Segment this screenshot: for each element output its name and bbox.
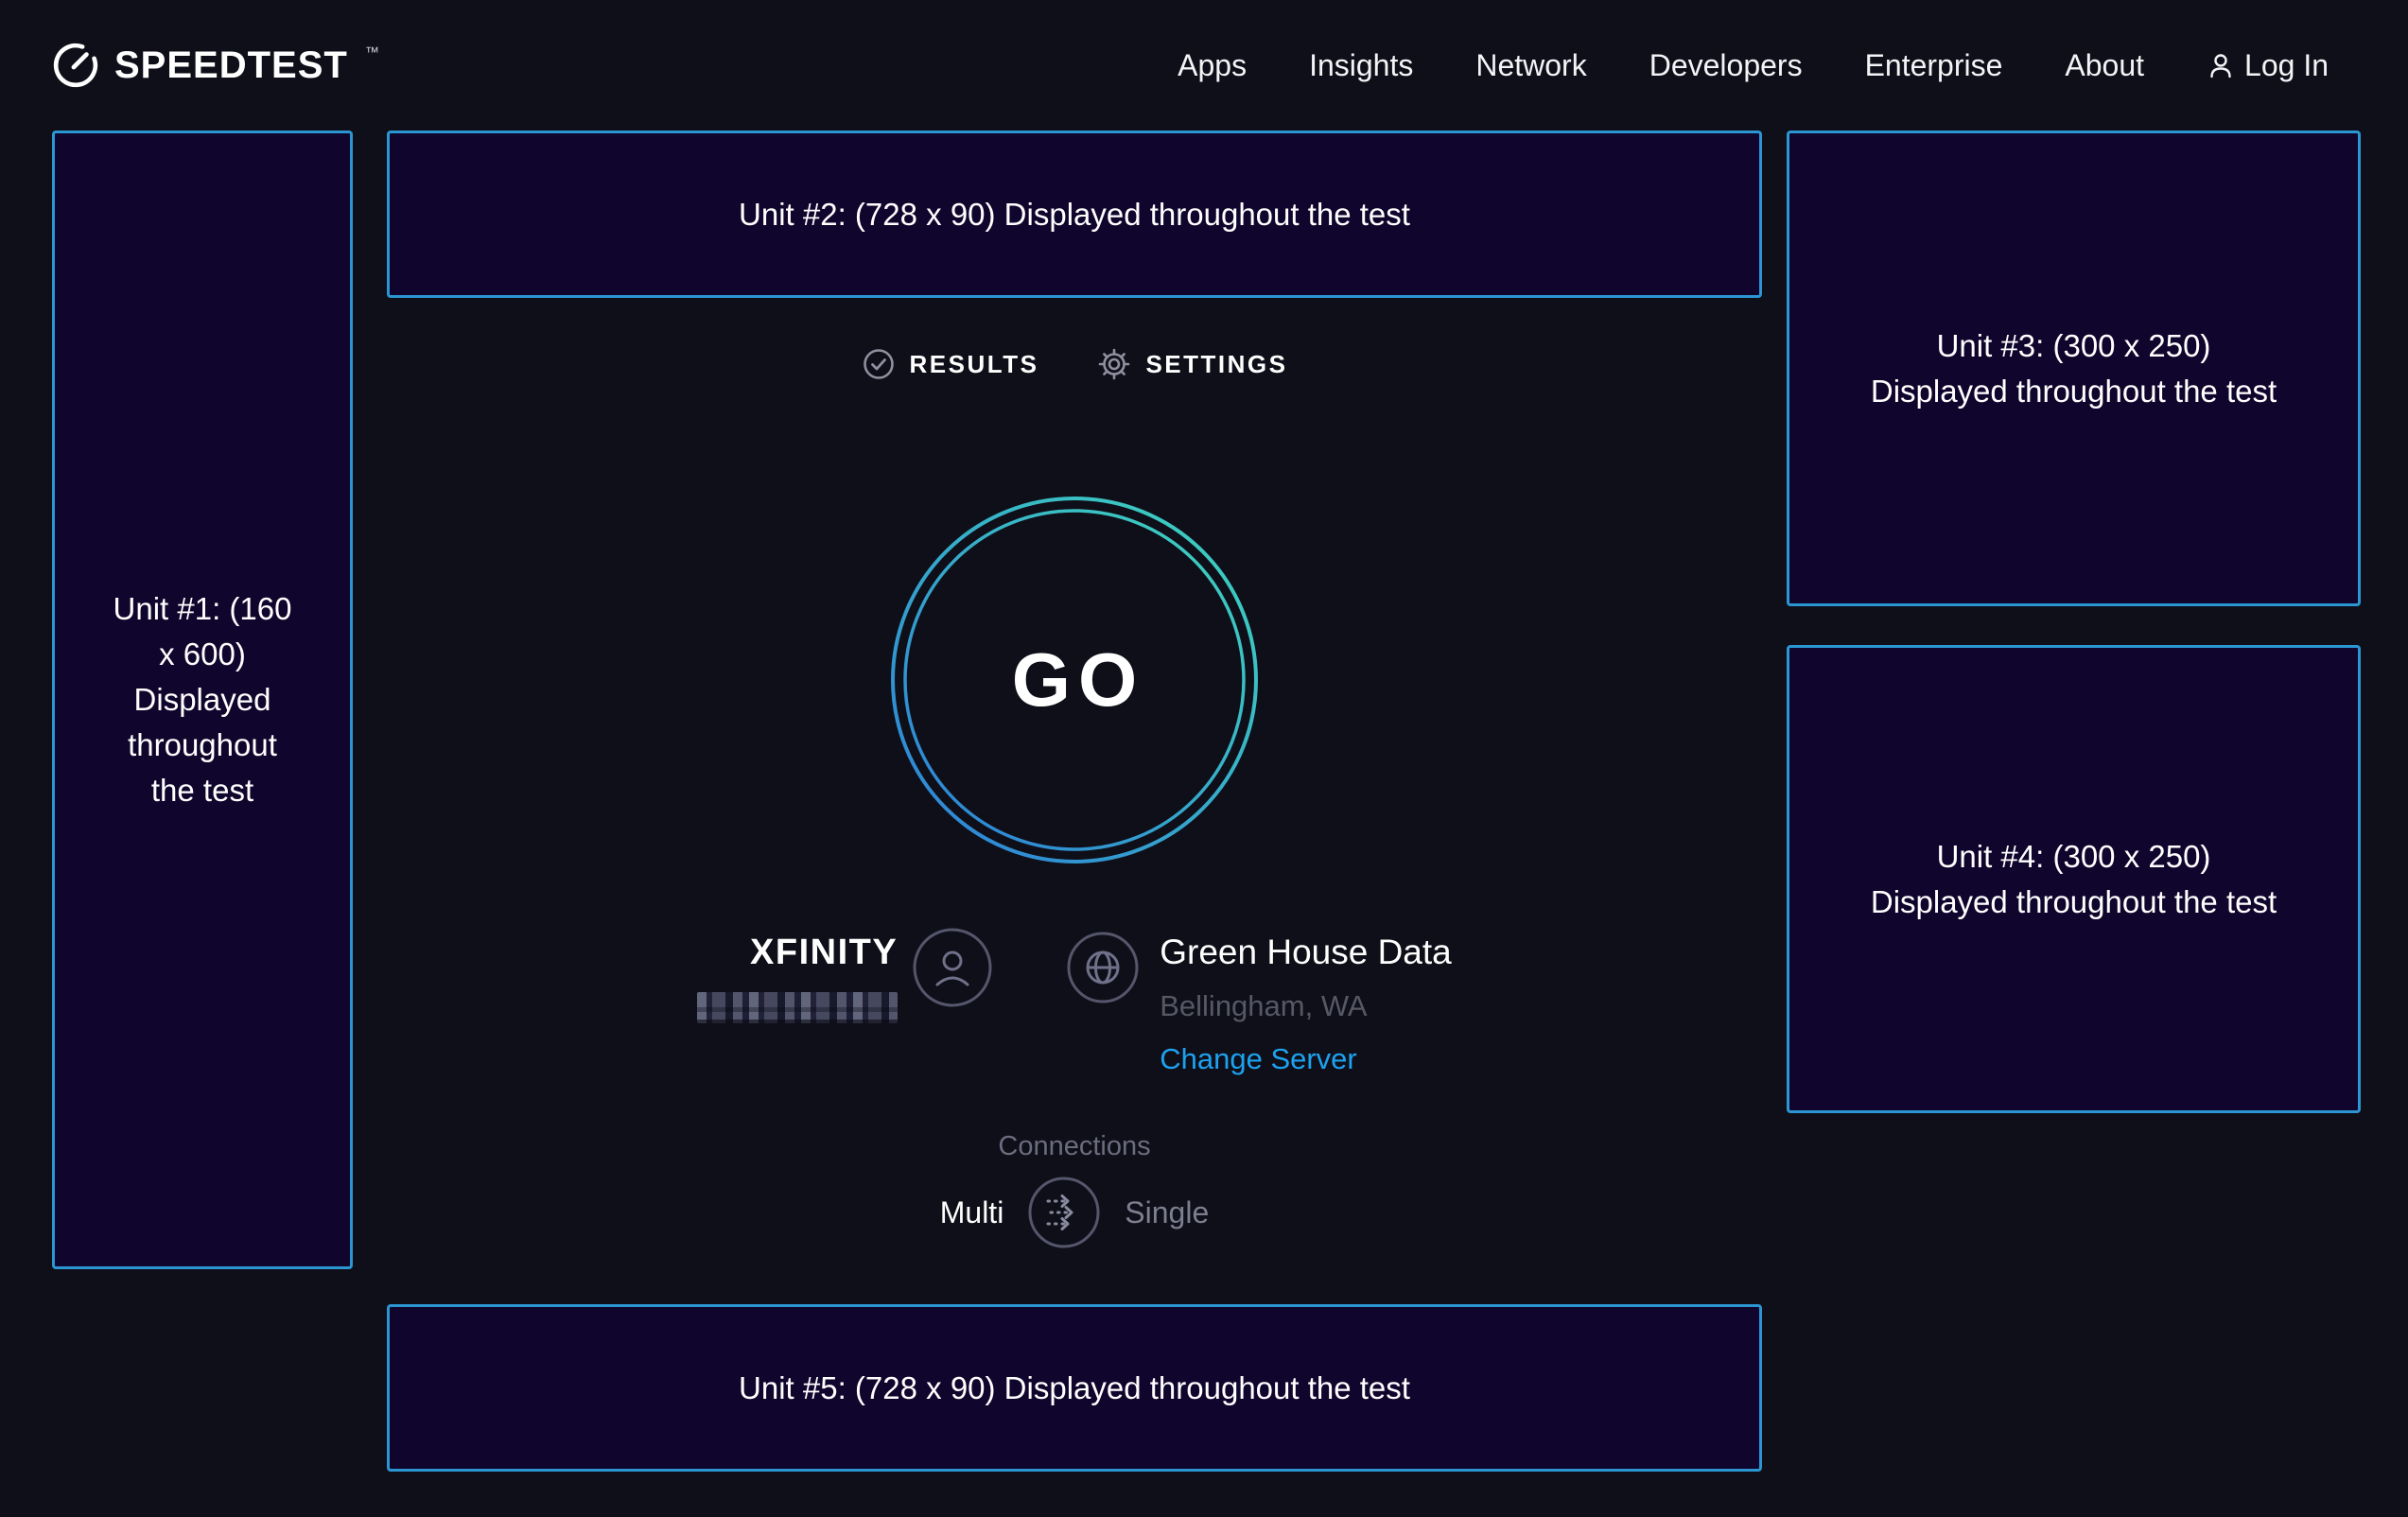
connections-label: Connections: [998, 1131, 1150, 1162]
check-circle-icon: [862, 347, 896, 381]
go-row: GO: [387, 495, 1762, 865]
connections-label-row: Connections: [387, 1131, 1762, 1162]
logo-trademark: ™: [365, 44, 379, 61]
go-label: GO: [889, 495, 1260, 865]
connections-toggle-row: Multi Single: [387, 1175, 1762, 1250]
server-globe-icon: [1067, 932, 1139, 1003]
connections-single-option[interactable]: Single: [1125, 1195, 1209, 1230]
server-name: Green House Data: [1160, 933, 1452, 972]
header: SPEEDTEST ™ Apps Insights Network Developer…: [0, 0, 2408, 131]
connections-toggle-icon[interactable]: [1028, 1177, 1100, 1248]
tab-results[interactable]: RESULTS: [862, 347, 1039, 381]
ad-unit-3[interactable]: Unit #3: (300 x 250) Displayed throughou…: [1787, 131, 2361, 606]
login-label: Log In: [2244, 48, 2329, 83]
ad-unit-4-text: Unit #4: (300 x 250) Displayed throughou…: [1871, 834, 2277, 925]
change-server-link[interactable]: Change Server: [1160, 1042, 1357, 1076]
speedtest-page: SPEEDTEST ™ Apps Insights Network Developer…: [0, 0, 2408, 1517]
gauge-icon: [52, 42, 99, 89]
nav-item[interactable]: Network: [1475, 48, 1586, 83]
tab-results-label: RESULTS: [910, 350, 1039, 379]
ad-unit-3-text: Unit #3: (300 x 250) Displayed throughou…: [1871, 323, 2277, 414]
connection-info-row: XFINITY Green House Data Bellingham, WA …: [387, 922, 1762, 1076]
ad-unit-1-text: Unit #1: (160 x 600) Displayed throughou…: [102, 586, 303, 812]
isp-info: XFINITY: [697, 933, 898, 1023]
logo-text: SPEEDTEST: [114, 44, 348, 87]
server-location: Bellingham, WA: [1160, 989, 1367, 1023]
login-button[interactable]: Log In: [2207, 48, 2329, 83]
ad-unit-4[interactable]: Unit #4: (300 x 250) Displayed throughou…: [1787, 645, 2361, 1113]
speedtest-logo[interactable]: SPEEDTEST ™: [52, 42, 379, 89]
isp-user-icon: [913, 928, 992, 1007]
nav-item[interactable]: About: [2065, 48, 2144, 83]
ad-unit-5-text: Unit #5: (728 x 90) Displayed throughout…: [739, 1366, 1410, 1411]
ad-unit-5[interactable]: Unit #5: (728 x 90) Displayed throughout…: [387, 1304, 1762, 1472]
nav-items: Apps Insights Network Developers Enterprise A…: [1178, 48, 2144, 83]
ad-unit-1[interactable]: Unit #1: (160 x 600) Displayed throughou…: [52, 131, 353, 1269]
user-icon: [2207, 51, 2235, 79]
main-nav: Apps Insights Network Developers Enterprise A…: [1178, 48, 2329, 83]
nav-item[interactable]: Apps: [1178, 48, 1247, 83]
ad-unit-2[interactable]: Unit #2: (728 x 90) Displayed throughout…: [387, 131, 1762, 298]
isp-name: XFINITY: [750, 933, 898, 973]
nav-item[interactable]: Enterprise: [1865, 48, 2003, 83]
go-button[interactable]: GO: [889, 495, 1260, 865]
masked-ip-address: [697, 992, 898, 1023]
nav-item[interactable]: Insights: [1309, 48, 1413, 83]
gear-icon: [1097, 347, 1131, 381]
nav-item[interactable]: Developers: [1649, 48, 1803, 83]
tab-settings[interactable]: SETTINGS: [1097, 347, 1287, 381]
connections-multi-option[interactable]: Multi: [940, 1195, 1004, 1230]
ad-unit-2-text: Unit #2: (728 x 90) Displayed throughout…: [739, 192, 1410, 237]
tab-settings-label: SETTINGS: [1145, 350, 1287, 379]
tabs-row: RESULTS SETTINGS: [387, 339, 1762, 390]
server-info: Green House Data Bellingham, WA Change S…: [1160, 933, 1452, 1076]
